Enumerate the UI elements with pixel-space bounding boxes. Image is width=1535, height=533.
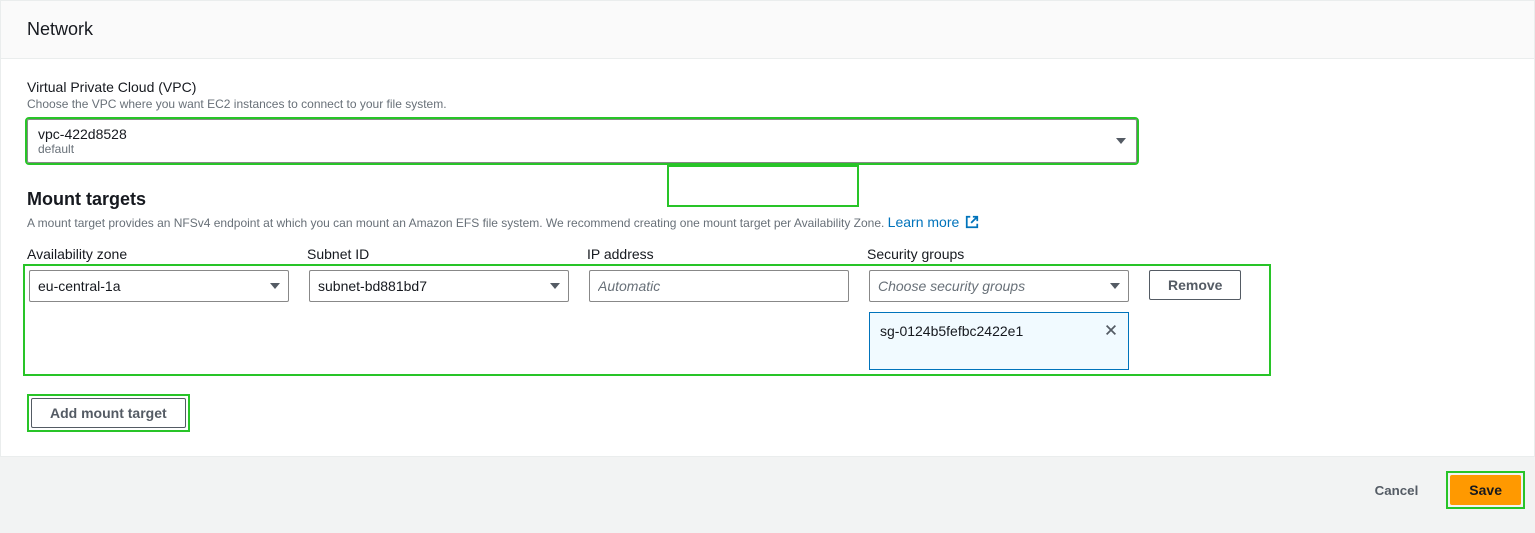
learn-more-text: Learn more [888,214,963,230]
external-link-icon [965,215,979,232]
az-value: eu-central-1a [38,278,121,294]
col-header-az: Availability zone [27,246,287,262]
security-group-tag: sg-0124b5fefbc2422e1 [869,312,1129,370]
vpc-dropdown[interactable]: vpc-422d8528 default [27,119,1137,163]
caret-down-icon [270,283,280,289]
caret-down-icon [1116,138,1126,144]
col-header-sg: Security groups [867,246,1127,262]
mount-targets-description-text: A mount target provides an NFSv4 endpoin… [27,216,888,230]
col-header-ip: IP address [587,246,847,262]
caret-down-icon [550,283,560,289]
panel-title: Network [1,1,1534,59]
subnet-dropdown[interactable]: subnet-bd881bd7 [309,270,569,302]
vpc-label: Virtual Private Cloud (VPC) [27,79,1508,95]
learn-more-link[interactable]: Learn more [888,214,979,230]
ip-address-input[interactable] [589,270,849,302]
remove-sg-tag-button[interactable] [1104,323,1118,340]
security-group-tag-text: sg-0124b5fefbc2422e1 [880,323,1023,339]
vpc-field: Virtual Private Cloud (VPC) Choose the V… [27,79,1508,163]
az-dropdown[interactable]: eu-central-1a [29,270,289,302]
subnet-value: subnet-bd881bd7 [318,278,427,294]
cancel-button[interactable]: Cancel [1357,477,1437,504]
save-button[interactable]: Save [1450,475,1521,505]
vpc-help: Choose the VPC where you want EC2 instan… [27,97,1508,111]
vpc-value: vpc-422d8528 [38,126,127,142]
sg-placeholder: Choose security groups [878,278,1025,294]
security-groups-dropdown[interactable]: Choose security groups [869,270,1129,302]
close-icon [1104,323,1118,337]
mount-targets-heading: Mount targets [27,189,1508,210]
col-header-remove-spacer [1147,246,1151,262]
mount-targets-description: A mount target provides an NFSv4 endpoin… [27,214,1508,232]
remove-mount-target-button[interactable]: Remove [1149,270,1241,300]
col-header-subnet: Subnet ID [307,246,567,262]
add-mount-target-button[interactable]: Add mount target [31,398,186,428]
vpc-subvalue: default [38,142,127,156]
mount-target-row: eu-central-1a subnet-bd881bd7 [29,270,1265,370]
caret-down-icon [1110,283,1120,289]
